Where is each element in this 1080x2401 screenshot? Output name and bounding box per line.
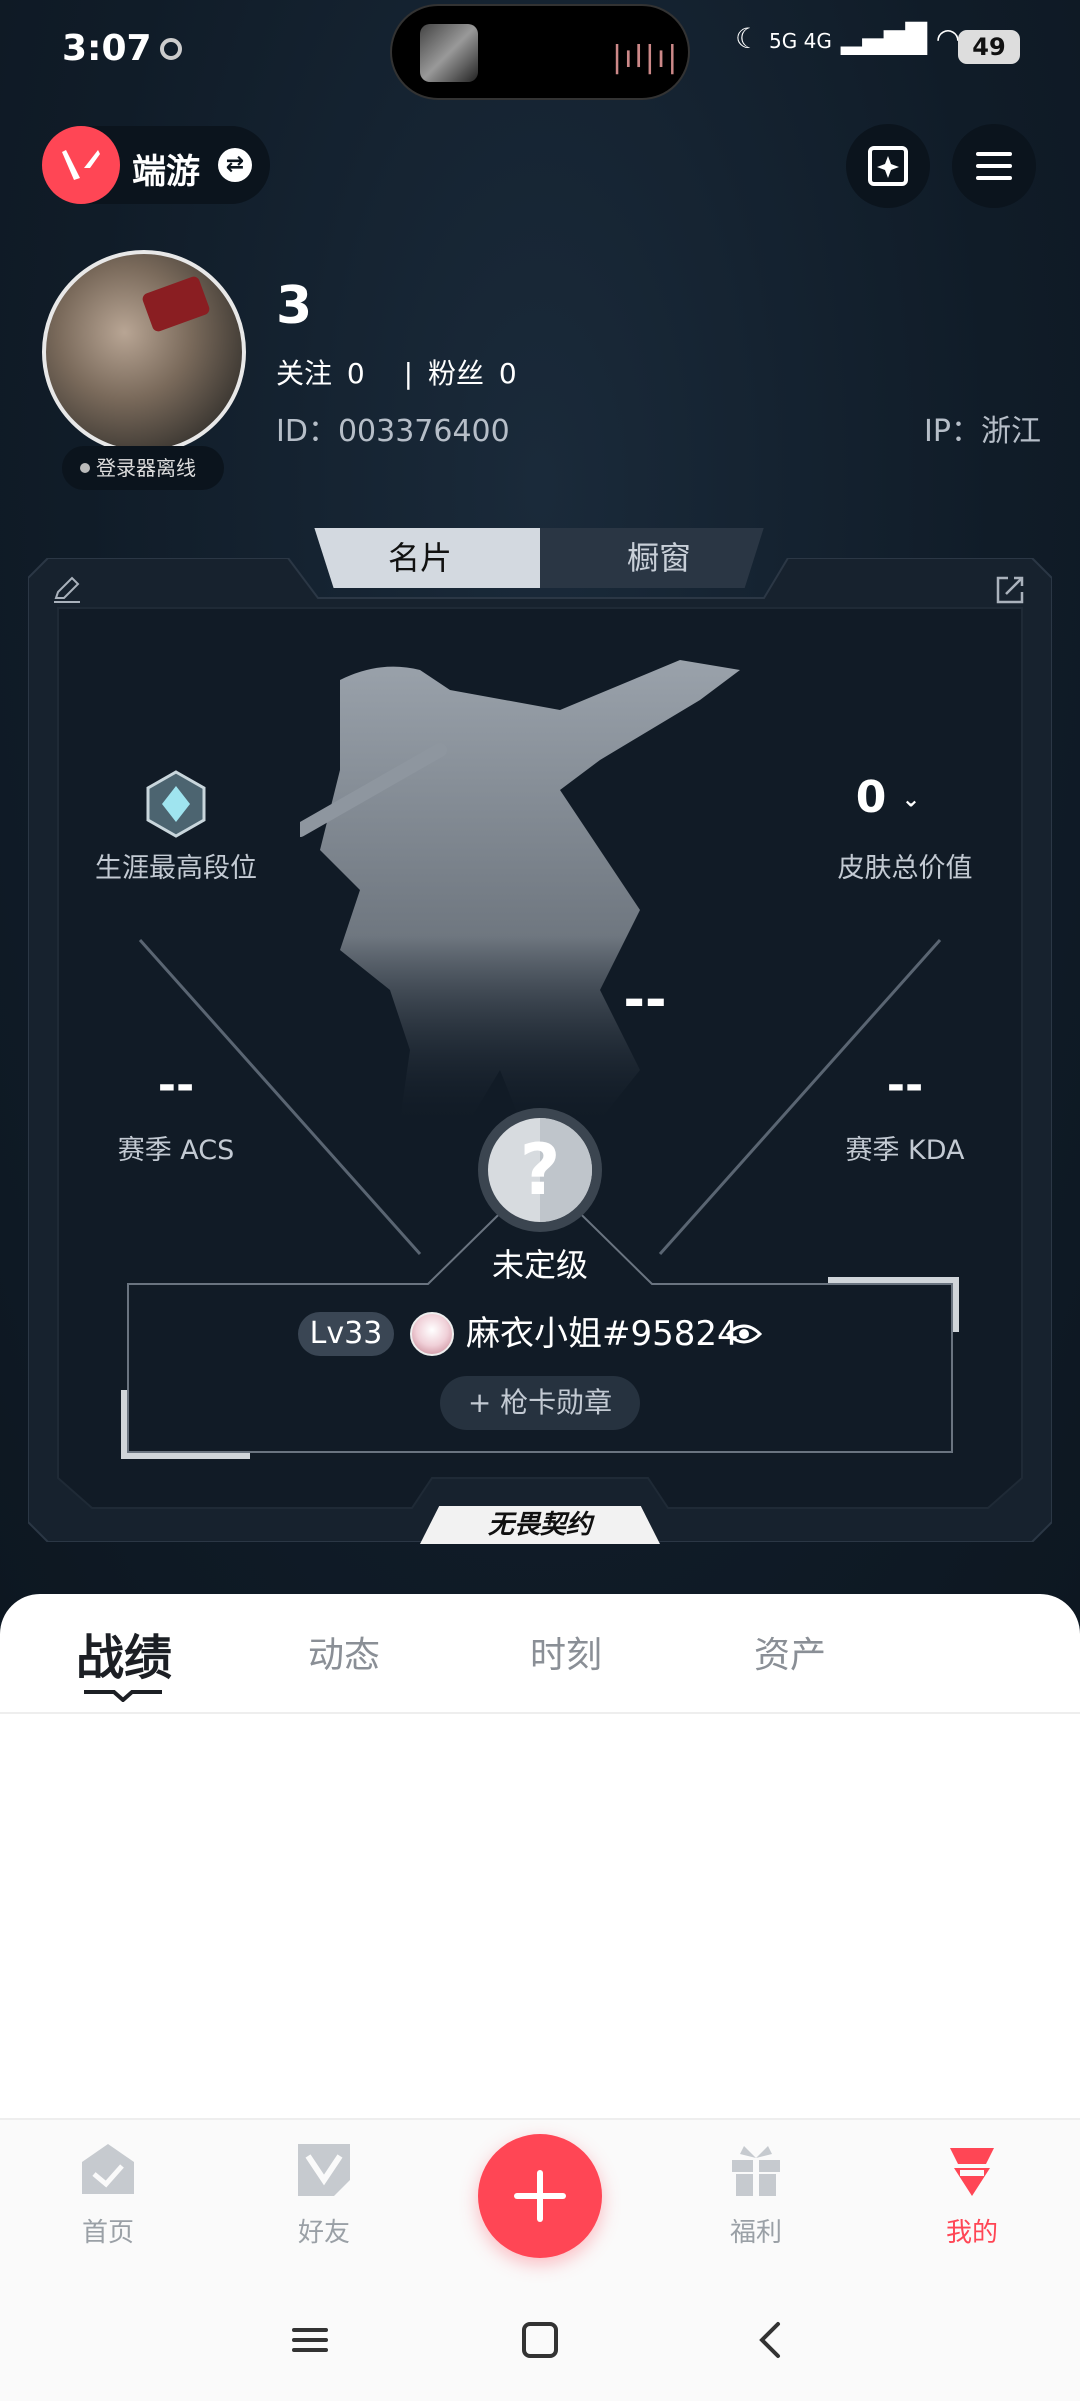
gift-icon [732,2146,780,2196]
audio-wave-icon: |ıl|ı| [612,40,680,75]
skin-value-number: 0 [855,772,887,823]
signal-icon: ▂▄▆█ [840,22,927,55]
menu-button[interactable] [952,124,1036,208]
player-card-avatar [410,1312,454,1356]
riot-id: 麻衣小姐#95824 [466,1314,739,1354]
valorant-mark-icon [62,150,100,180]
tab-moments[interactable]: 时刻 [530,1626,602,1678]
fans-count[interactable]: 0 [499,357,517,390]
home-button-icon[interactable] [518,2318,562,2362]
tab-assets[interactable]: 资产 [754,1626,826,1678]
career-rank-label: 生涯最高段位 [95,853,257,884]
launcher-status-badge: 登录器离线 [62,446,224,490]
nav-home[interactable]: 首页 [38,2140,178,2249]
profile-agent-icon [950,2148,994,2196]
home-icon [82,2144,134,2194]
agent-silhouette [300,660,740,1120]
center-stat-value: -- [623,970,667,1030]
edit-icon[interactable] [52,574,82,604]
dynamic-island[interactable]: |ıl|ı| [390,4,690,100]
battery-icon: 49 [958,30,1020,64]
rank-label: 未定级 [491,1246,588,1284]
tab-card[interactable]: 名片 [314,528,540,588]
avatar[interactable] [42,250,246,454]
fans-label[interactable]: 粉丝 [428,357,484,390]
tabs-divider [0,1712,1080,1714]
divider: | [403,357,414,390]
tab-showcase[interactable]: 橱窗 [540,528,764,588]
recent-apps-icon[interactable] [288,2318,332,2362]
tab-record[interactable]: 战绩 [76,1618,172,1688]
game-switcher[interactable]: 端游 ⇄ [42,126,270,204]
valorant-brand-logo: 无畏契约 [420,1506,660,1544]
eye-icon[interactable] [726,1318,762,1350]
skin-value[interactable]: 0 ⌄ [728,772,1048,823]
valorant-logo [42,126,120,204]
sparkle-card-icon [868,146,908,186]
tab-indicator [84,1690,162,1702]
acs-value: -- [157,1060,195,1111]
share-icon[interactable] [994,572,1028,606]
status-time: 3:07 [62,28,152,69]
follow-stats: 关注 0 | 粉丝 0 [276,352,523,392]
switch-icon: ⇄ [218,148,252,182]
kda-value: -- [886,1060,924,1111]
nav-friends-label: 好友 [297,2218,350,2248]
back-icon[interactable] [748,2318,792,2362]
unranked-icon: ? [478,1108,602,1232]
add-card-medal-button[interactable]: + 枪卡勋章 [440,1376,640,1430]
status-dot-icon [80,463,90,473]
hamburger-icon [976,152,1012,180]
card-collection-button[interactable] [846,124,930,208]
status-icons: ☾ 5G 4G ▂▄▆█ ◠ [735,22,960,55]
nav-me-label: 我的 [945,2218,998,2248]
status-record-icon [160,38,182,60]
friends-icon [298,2144,350,2196]
app-name: 端游 [132,152,200,192]
nav-home-label: 首页 [81,2218,134,2248]
chevron-down-icon: ⌄ [901,787,921,813]
skin-value-label: 皮肤总价值 [837,853,973,884]
nav-welfare-label: 福利 [729,2218,782,2248]
svg-text:?: ? [520,1129,561,1211]
playing-app-icon [420,24,478,82]
moon-icon: ☾ [735,22,761,55]
nav-welfare[interactable]: 福利 [686,2140,826,2249]
user-id: ID：003376400 [276,414,510,449]
acs-label: 赛季 ACS [117,1135,235,1166]
kda-label: 赛季 KDA [845,1135,965,1166]
wifi-icon: ◠ [935,22,961,55]
avatar-art [140,274,212,334]
nav-me[interactable]: 我的 [902,2140,1042,2249]
nav-friends[interactable]: 好友 [254,2140,394,2249]
ip-location: IP：浙江 [924,414,1041,449]
level-badge: Lv33 [298,1312,394,1356]
career-rank-icon [146,770,206,838]
launcher-status-text: 登录器离线 [96,456,196,480]
follow-label[interactable]: 关注 [276,357,332,390]
nickname: 3 [276,276,313,336]
follow-count[interactable]: 0 [347,357,365,390]
create-post-button[interactable] [478,2134,602,2258]
plus-icon [514,2170,566,2222]
tab-feed[interactable]: 动态 [308,1626,380,1678]
signal-label: 5G 4G [769,29,832,53]
